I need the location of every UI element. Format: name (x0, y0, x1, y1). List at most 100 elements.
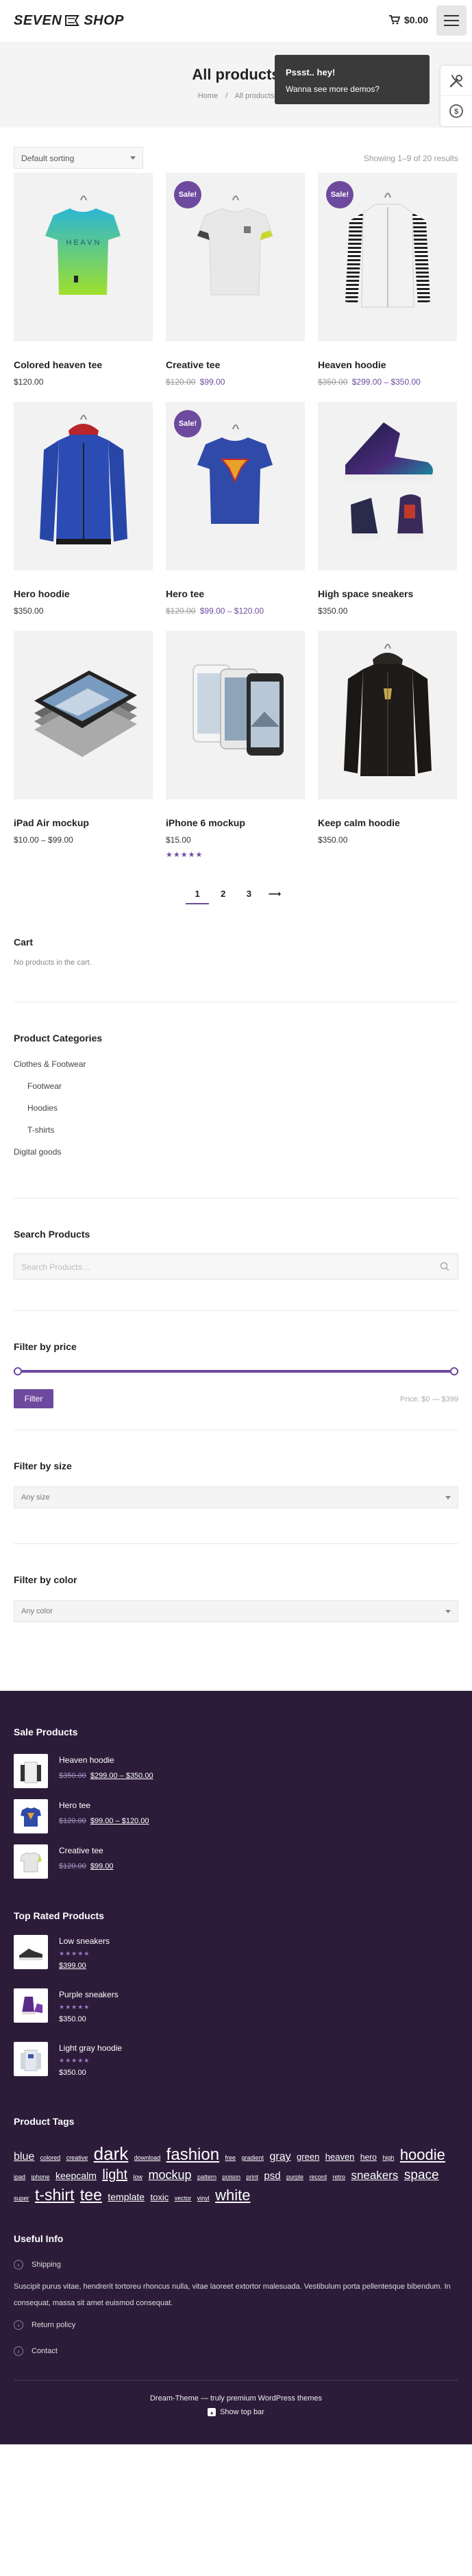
category-item[interactable]: Digital goods (14, 1141, 458, 1163)
tag-link[interactable]: hero (360, 2152, 377, 2162)
product-name[interactable]: Hero tee (166, 588, 305, 599)
tag-link[interactable]: purple (286, 2174, 303, 2180)
tag-link[interactable]: heaven (325, 2152, 355, 2162)
product-image[interactable]: Sale! (318, 173, 457, 341)
filter-button[interactable]: Filter (14, 1389, 53, 1408)
price-range-slider[interactable] (14, 1367, 458, 1375)
slider-max-handle[interactable] (450, 1367, 458, 1375)
product-card[interactable]: Keep calm hoodie $350.00 (318, 631, 457, 860)
tag-link[interactable]: t-shirt (35, 2186, 75, 2204)
tag-link[interactable]: green (297, 2152, 319, 2162)
tag-link[interactable]: gradient (241, 2154, 264, 2161)
product-card[interactable]: Sale! Creative tee $120.00 $99.00 (166, 173, 305, 402)
page-link-1[interactable]: 1 (186, 889, 210, 904)
footer-credit[interactable]: Dream-Theme — truly premium WordPress th… (14, 2394, 458, 2403)
sale-product-item[interactable]: Heaven hoodie $350.00 $299.00 – $350.00 (14, 1754, 458, 1799)
product-name[interactable]: Colored heaven tee (14, 359, 153, 370)
tag-link[interactable]: iphone (31, 2174, 49, 2180)
product-name[interactable]: Keep calm hoodie (318, 817, 457, 828)
show-top-bar-toggle[interactable]: ▴ Show top bar (208, 2408, 264, 2417)
product-image[interactable] (318, 402, 457, 570)
tag-link[interactable]: template (108, 2191, 145, 2202)
tag-link[interactable]: blue (14, 2151, 34, 2163)
color-select[interactable]: Any color (14, 1600, 458, 1622)
tag-link[interactable]: space (404, 2168, 439, 2182)
next-page-arrow-icon[interactable]: ⟶ (263, 889, 286, 904)
tag-link[interactable]: fashion (166, 2145, 219, 2164)
sale-product-item[interactable]: Creative tee $120.00 $99.00 (14, 1844, 458, 1890)
product-image[interactable] (166, 631, 305, 799)
shipping-link[interactable]: › Shipping (14, 2255, 458, 2274)
buy-button[interactable]: $ (440, 96, 472, 126)
product-name[interactable]: Heaven hoodie (59, 1755, 153, 1765)
sale-product-item[interactable]: Hero tee $120.00 $99.00 – $120.00 (14, 1799, 458, 1844)
page-link-2[interactable]: 2 (212, 889, 235, 903)
demo-popup[interactable]: Pssst.. hey! Wanna see more demos? (275, 55, 430, 104)
size-select[interactable]: Any size (14, 1486, 458, 1508)
product-image[interactable]: H E A V N (14, 173, 153, 341)
product-thumbnail[interactable] (14, 1799, 48, 1833)
category-item[interactable]: Footwear (14, 1075, 458, 1097)
tag-link[interactable]: low (133, 2174, 142, 2180)
product-name[interactable]: Heaven hoodie (318, 359, 457, 370)
product-card[interactable]: iPad Air mockup $10.00 – $99.00 (14, 631, 153, 860)
tag-link[interactable]: high (382, 2154, 394, 2161)
category-item[interactable]: T-shirts (14, 1119, 458, 1141)
product-card[interactable]: Sale! Heaven hoodie $350.00 $299.00 – $3… (318, 173, 457, 402)
product-name[interactable]: Creative tee (166, 359, 305, 370)
contact-link[interactable]: › Contact (14, 2342, 458, 2361)
product-thumbnail[interactable] (14, 1754, 48, 1788)
product-card[interactable]: High space sneakers $350.00 (318, 402, 457, 631)
search-input[interactable]: Search Products… (14, 1253, 458, 1279)
tools-button[interactable] (440, 66, 472, 96)
product-card[interactable]: Sale! Hero tee $120.00 $99.00 – $120.00 (166, 402, 305, 631)
slider-min-handle[interactable] (14, 1367, 22, 1375)
tag-link[interactable]: vector (175, 2195, 192, 2202)
sort-select[interactable]: Default sorting (14, 147, 143, 169)
product-name[interactable]: Purple sneakers (59, 1990, 119, 1999)
product-name[interactable]: Hero tee (59, 1801, 149, 1810)
product-name[interactable]: Creative tee (59, 1846, 113, 1855)
tag-link[interactable]: gray (269, 2151, 290, 2163)
product-name[interactable]: Hero hoodie (14, 588, 153, 599)
product-image[interactable] (14, 631, 153, 799)
header-cart[interactable]: $0.00 (388, 14, 428, 25)
product-image[interactable] (14, 402, 153, 570)
page-link-3[interactable]: 3 (237, 889, 260, 903)
tag-link[interactable]: colored (40, 2154, 61, 2161)
tag-link[interactable]: download (134, 2154, 161, 2161)
product-image[interactable]: Sale! (166, 402, 305, 570)
top-rated-item[interactable]: Low sneakers ★★★★★ $399.00 (14, 1935, 458, 1988)
tag-link[interactable]: sneakers (351, 2169, 398, 2182)
tag-link[interactable]: retro (332, 2174, 345, 2180)
product-name[interactable]: Low sneakers (59, 1936, 110, 1946)
product-image[interactable]: Sale! (166, 173, 305, 341)
tag-link[interactable]: mockup (148, 2168, 191, 2182)
tag-link[interactable]: poison (222, 2174, 240, 2180)
category-item[interactable]: Hoodies (14, 1097, 458, 1119)
product-thumbnail[interactable] (14, 2042, 48, 2076)
product-name[interactable]: Light gray hoodie (59, 2043, 122, 2053)
tag-link[interactable]: print (246, 2174, 258, 2180)
product-name[interactable]: High space sneakers (318, 588, 457, 599)
category-item[interactable]: Clothes & Footwear (14, 1053, 458, 1075)
top-rated-item[interactable]: Purple sneakers ★★★★★ $350.00 (14, 1988, 458, 2042)
product-card[interactable]: H E A V N Colored heaven tee $120.00 (14, 173, 153, 402)
site-logo[interactable]: SEVEN SHOP (14, 13, 124, 29)
tag-link[interactable]: creative (66, 2154, 88, 2161)
tag-link[interactable]: psd (264, 2170, 280, 2182)
top-rated-item[interactable]: Light gray hoodie ★★★★★ $350.00 (14, 2042, 458, 2095)
product-thumbnail[interactable] (14, 1988, 48, 2023)
tag-link[interactable]: hoodie (400, 2146, 445, 2163)
product-card[interactable]: iPhone 6 mockup $15.00 ★★★★★ (166, 631, 305, 860)
tag-link[interactable]: dark (94, 2143, 129, 2164)
product-thumbnail[interactable] (14, 1935, 48, 1969)
return-policy-link[interactable]: › Return policy (14, 2315, 458, 2335)
tag-link[interactable]: free (225, 2154, 236, 2161)
product-image[interactable] (318, 631, 457, 799)
tag-link[interactable]: vinyl (197, 2195, 210, 2202)
product-name[interactable]: iPhone 6 mockup (166, 817, 305, 828)
hamburger-menu-button[interactable] (436, 5, 467, 36)
tag-link[interactable]: super (14, 2195, 29, 2202)
tag-link[interactable]: light (102, 2167, 127, 2182)
